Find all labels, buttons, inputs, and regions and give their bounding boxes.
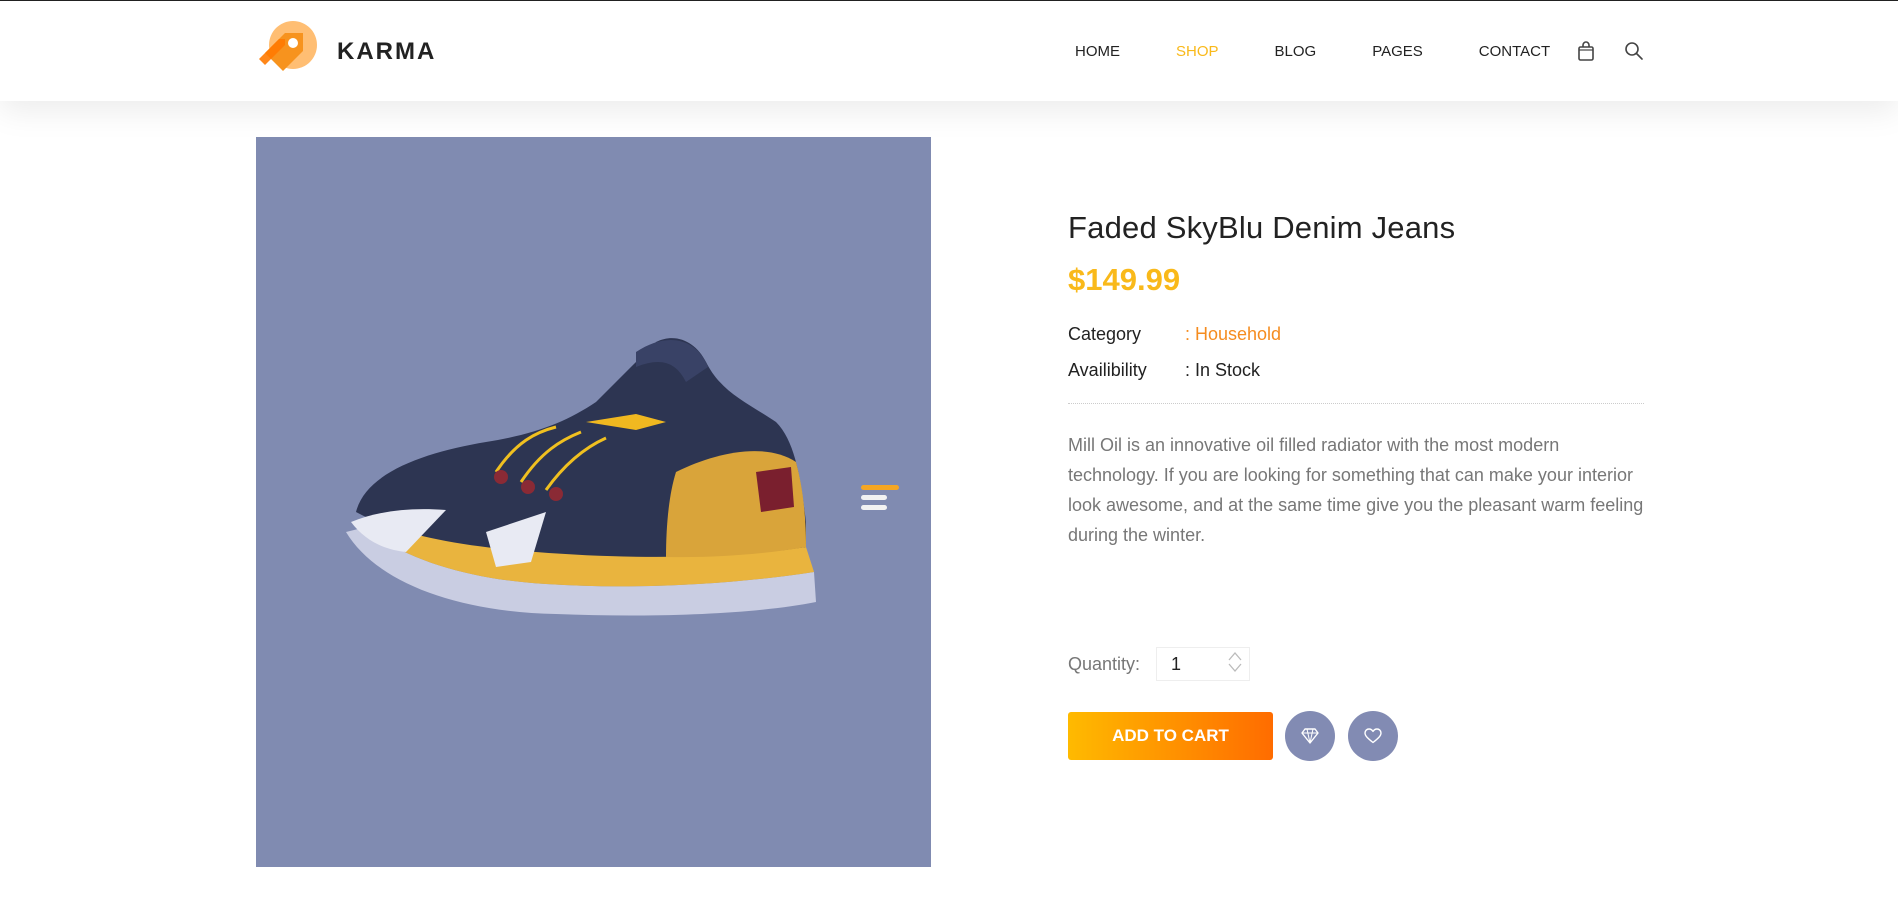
category-row: Category : Household [1068, 316, 1644, 352]
compare-button[interactable] [1285, 711, 1335, 761]
availability-value: : In Stock [1185, 359, 1261, 380]
search-icon [1625, 42, 1643, 60]
site-header: KARMA HOME SHOP BLOG PAGES CONTACT [0, 1, 1898, 101]
nav-home[interactable]: HOME [1075, 43, 1120, 60]
heart-icon [1364, 728, 1382, 744]
product-description: Mill Oil is an innovative oil filled rad… [1068, 435, 1644, 545]
product-title: Faded SkyBlu Denim Jeans [1068, 210, 1456, 245]
nav-contact[interactable]: CONTACT [1479, 43, 1550, 60]
availability-label: Availibility [1068, 359, 1147, 380]
product-gallery [256, 137, 931, 867]
search-button[interactable] [1623, 40, 1645, 62]
divider [1068, 403, 1644, 404]
brand-name: KARMA [337, 38, 437, 65]
shopping-bag-icon [1578, 41, 1594, 61]
product-price: $149.99 [1068, 262, 1181, 297]
logo[interactable]: KARMA [255, 19, 436, 85]
slider-bar [861, 485, 899, 490]
product-image [346, 338, 816, 616]
chevron-down-icon[interactable] [1227, 662, 1243, 674]
quantity-label: Quantity: [1068, 653, 1141, 674]
quantity-arrows [1227, 650, 1243, 674]
chevron-up-icon[interactable] [1227, 650, 1243, 662]
quantity-value[interactable]: 1 [1171, 654, 1181, 675]
logo-icon [259, 21, 317, 71]
nav-pages[interactable]: PAGES [1372, 43, 1423, 60]
nav-shop[interactable]: SHOP [1176, 43, 1219, 60]
category-label: Category [1068, 323, 1142, 344]
diamond-icon [1301, 728, 1319, 744]
nav-blog[interactable]: BLOG [1275, 43, 1317, 60]
quantity-row: Quantity: 1 [1068, 647, 1251, 681]
quantity-stepper[interactable]: 1 [1156, 647, 1251, 681]
slider-bar [861, 495, 887, 500]
slider-menu-icon[interactable] [861, 485, 901, 519]
main-nav: HOME SHOP BLOG PAGES CONTACT [1075, 43, 1606, 60]
product-meta: Category : Household Availibility : In S… [1068, 316, 1644, 388]
wishlist-button[interactable] [1348, 711, 1398, 761]
category-link[interactable]: : Household [1185, 324, 1281, 345]
availability-row: Availibility : In Stock [1068, 352, 1644, 388]
add-to-cart-button[interactable]: ADD TO CART [1068, 712, 1273, 760]
product-details: Faded SkyBlu Denim Jeans $149.99 Categor… [1068, 210, 1644, 568]
slider-bar [861, 505, 887, 510]
cart-button[interactable] [1575, 40, 1597, 62]
